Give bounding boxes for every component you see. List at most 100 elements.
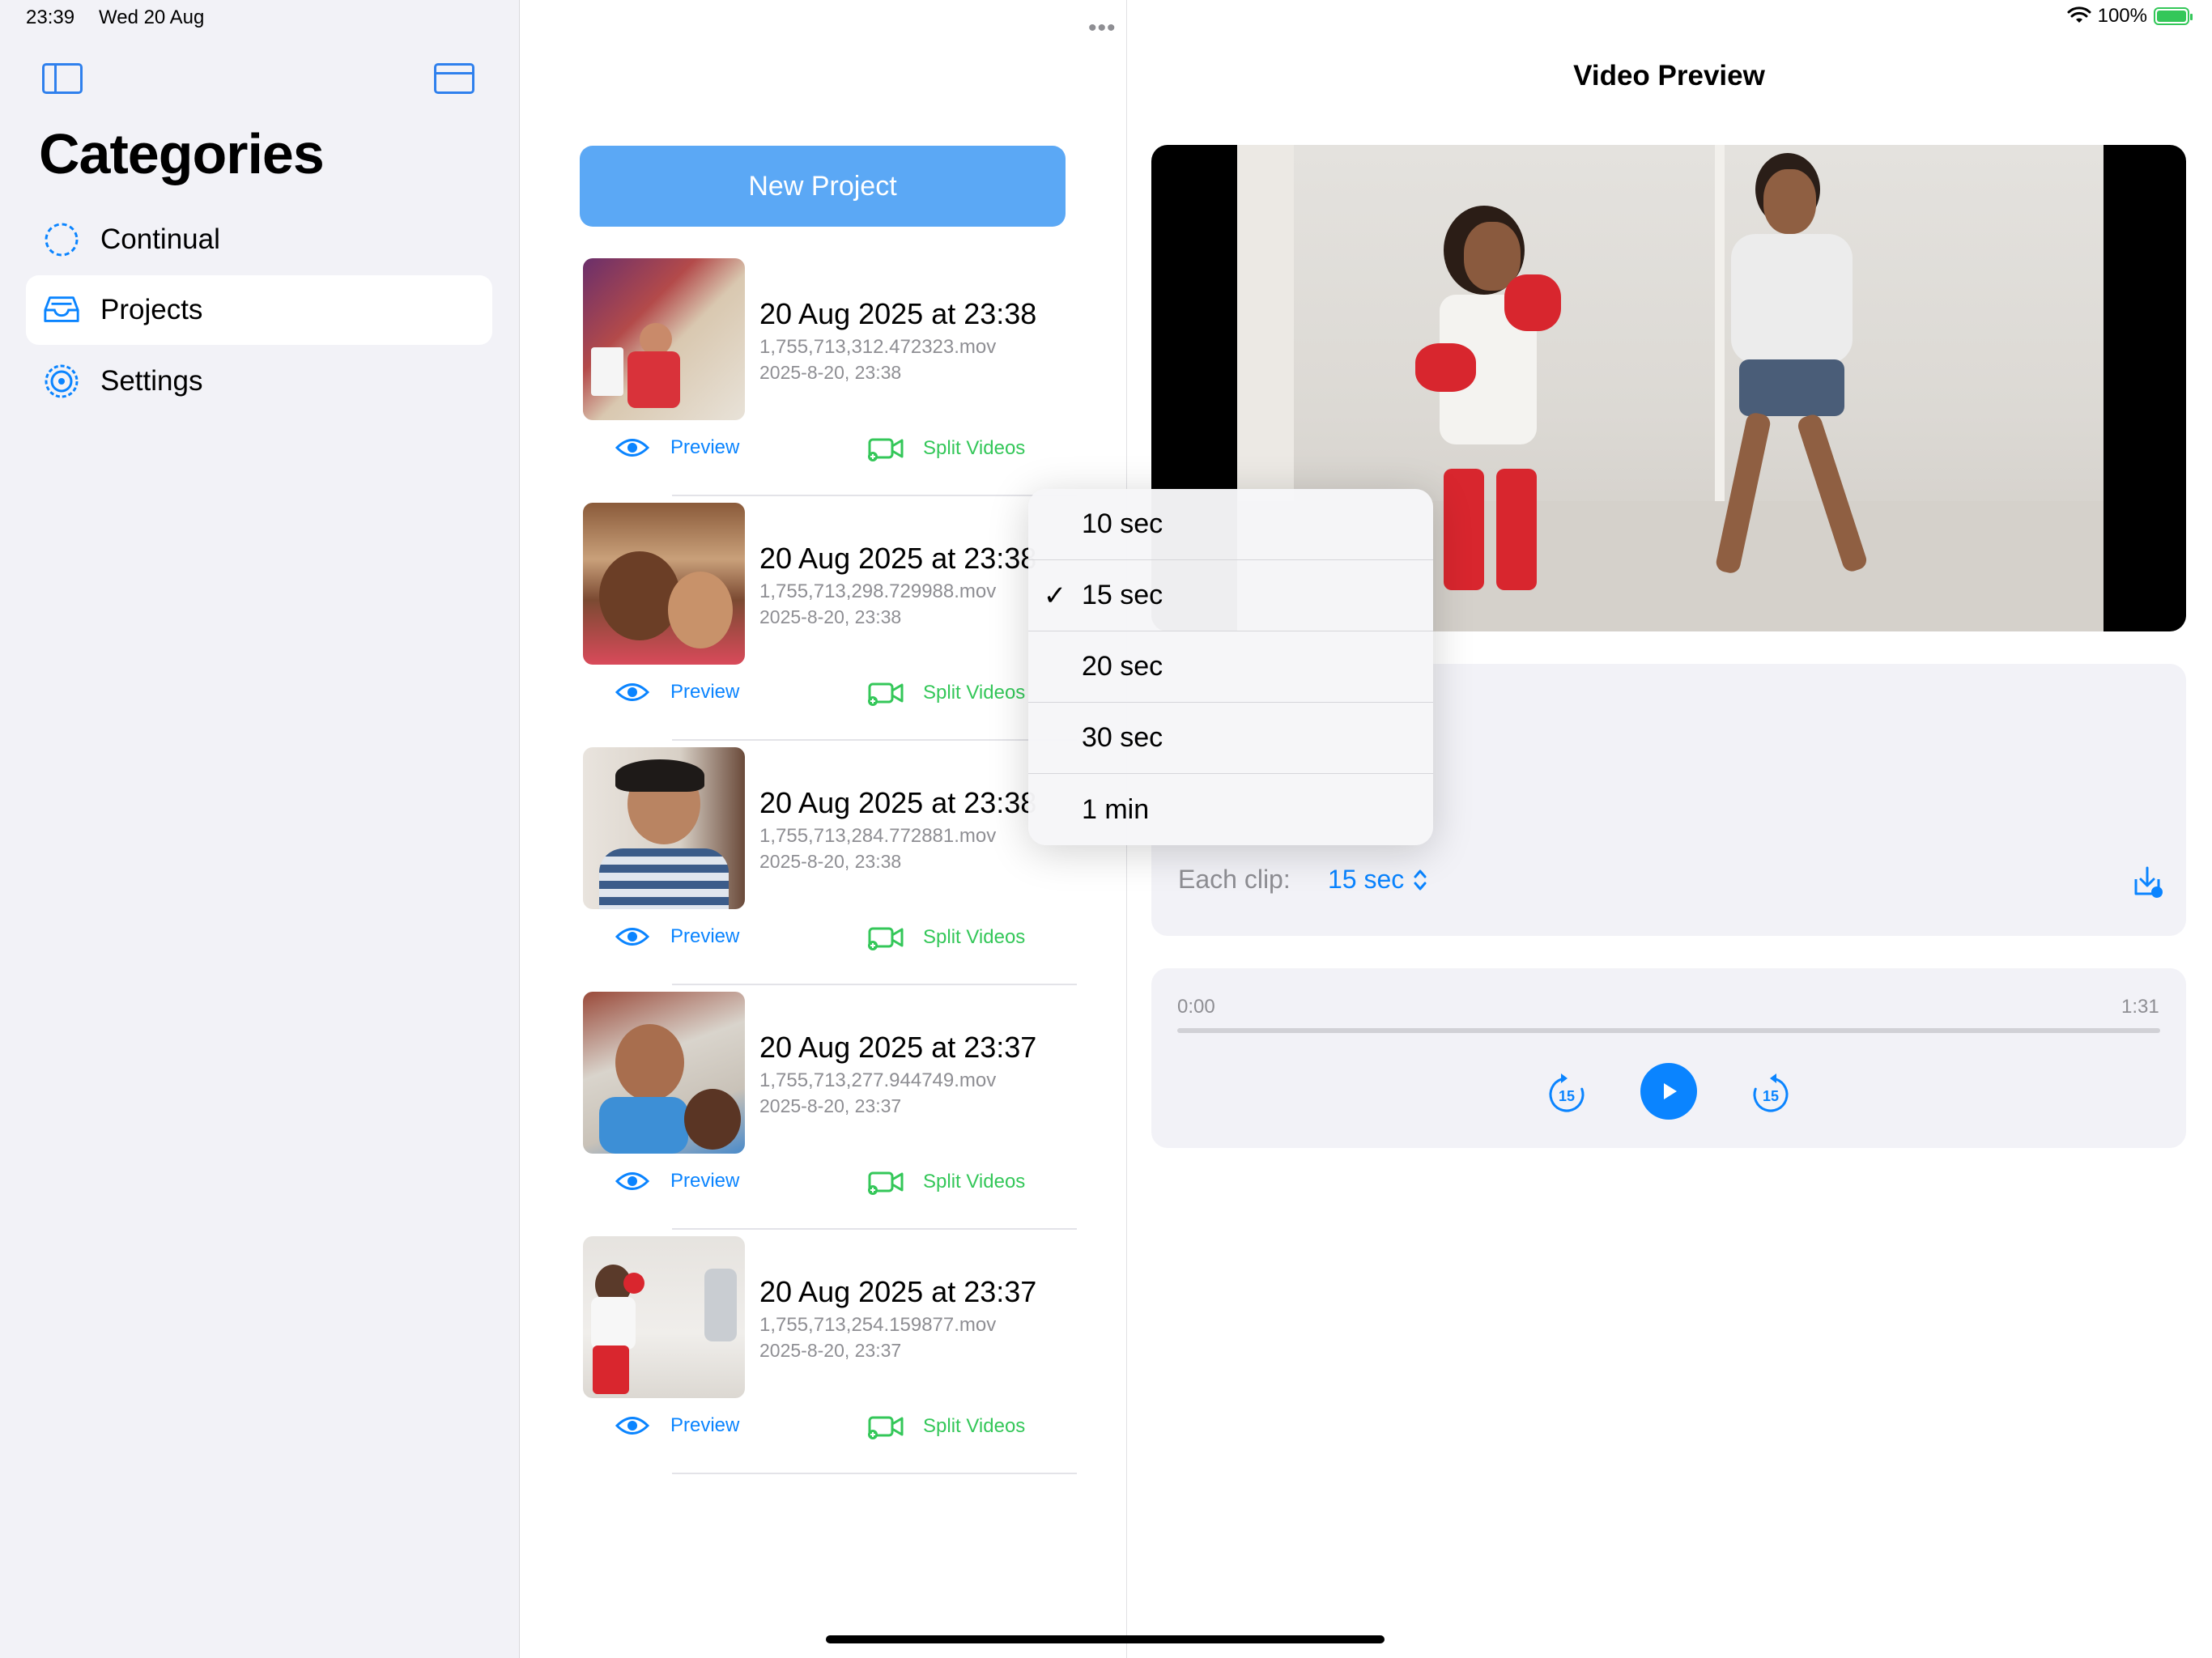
row-divider [672,495,1077,496]
row-divider [672,1473,1077,1474]
dashed-circle-icon [42,220,81,259]
split-videos-button[interactable]: Split Videos [866,435,1025,462]
project-row: 20 Aug 2025 at 23:38 1,755,713,312.47232… [583,258,1077,503]
clip-duration-value: 15 sec [1328,865,1405,894]
project-thumbnail[interactable] [583,747,745,909]
menu-item-20-sec[interactable]: 20 sec [1028,631,1433,703]
clip-duration-picker[interactable]: 15 sec [1328,865,1428,895]
split-videos-label: Split Videos [923,682,1026,704]
each-clip-label: Each clip: [1178,865,1291,894]
project-thumbnail[interactable] [583,1236,745,1398]
gear-icon [42,362,81,401]
chevron-up-down-icon [1414,869,1427,890]
project-title: 20 Aug 2025 at 23:37 [759,1031,1037,1064]
menu-item-label: 10 sec [1082,508,1163,539]
row-divider [672,739,1077,741]
play-icon [1664,1083,1677,1099]
split-videos-label: Split Videos [923,1415,1026,1437]
sidebar-item-settings[interactable]: Settings [26,346,492,416]
project-title: 20 Aug 2025 at 23:38 [759,297,1037,330]
video-add-icon [868,682,904,706]
sidebar-item-label: Continual [100,223,220,255]
skip-back-seconds: 15 [1559,1088,1575,1104]
preview-button[interactable]: Preview [615,436,739,459]
preview-button[interactable]: Preview [615,681,739,704]
status-date: Wed 20 Aug [99,6,205,28]
split-videos-label: Split Videos [923,1171,1026,1192]
tray-icon [42,291,81,329]
eye-icon [615,683,649,701]
skip-forward-15-icon: 15 [1753,1073,1789,1112]
menu-item-label: 20 sec [1082,651,1163,682]
menu-item-10-sec[interactable]: 10 sec [1028,489,1433,560]
project-date: 2025-8-20, 23:38 [759,606,902,627]
new-project-button[interactable]: New Project [580,146,1066,227]
toggle-sidebar-icon[interactable] [42,63,83,94]
project-row: 20 Aug 2025 at 23:37 1,755,713,277.94474… [583,992,1077,1236]
skip-back-15-icon: 15 [1549,1073,1585,1112]
preview-button[interactable]: Preview [615,925,739,948]
project-thumbnail[interactable] [583,258,745,420]
preview-button[interactable]: Preview [615,1414,739,1437]
project-row: 20 Aug 2025 at 23:37 1,755,713,254.15987… [583,1236,1077,1481]
status-time: 23:39 [26,6,75,28]
project-title: 20 Aug 2025 at 23:37 [759,1275,1037,1308]
menu-item-label: 1 min [1082,793,1150,825]
more-options-icon[interactable]: ••• [1088,15,1117,42]
duration: 1:31 [2121,996,2159,1018]
eye-icon [615,439,649,457]
preview-label: Preview [670,1170,740,1192]
sidebar-title: Categories [39,122,325,185]
project-filename: 1,755,713,277.944749.mov [759,1069,997,1091]
battery-icon [2154,7,2193,25]
split-videos-button[interactable]: Split Videos [866,1413,1025,1440]
skip-forward-seconds: 15 [1763,1088,1779,1104]
window-icon[interactable] [434,63,474,94]
split-videos-button[interactable]: Split Videos [866,924,1025,951]
sidebar-item-continual[interactable]: Continual [26,205,492,274]
split-videos-label: Split Videos [923,926,1026,948]
video-add-icon [868,927,904,950]
playback-progress-bar[interactable] [1177,1028,2160,1033]
menu-item-label: 15 sec [1082,580,1163,610]
split-videos-button[interactable]: Split Videos [866,1168,1025,1196]
project-thumbnail[interactable] [583,503,745,665]
project-filename: 1,755,713,284.772881.mov [759,825,997,847]
play-button[interactable] [1640,1063,1697,1120]
project-date: 2025-8-20, 23:37 [759,1095,902,1116]
preview-button[interactable]: Preview [615,1170,739,1192]
menu-item-15-sec[interactable]: ✓ 15 sec [1028,560,1433,631]
split-videos-button[interactable]: Split Videos [866,679,1025,707]
status-indicators: 100% [2067,5,2193,28]
video-add-icon [868,1416,904,1439]
current-time: 0:00 [1177,996,1215,1018]
project-thumbnail[interactable] [583,992,745,1154]
preview-label: Preview [670,436,740,458]
export-button[interactable] [2129,865,2165,904]
video-add-icon [868,1171,904,1195]
menu-item-1-min[interactable]: 1 min [1028,774,1433,845]
eye-icon [615,1417,649,1435]
page-title: Video Preview [1573,60,1765,91]
sidebar-item-projects[interactable]: Projects [26,275,492,345]
download-icon [2134,866,2163,898]
project-date: 2025-8-20, 23:37 [759,1340,902,1361]
battery-percent: 100% [2097,5,2147,27]
playback-controls-card [1151,968,2186,1148]
project-filename: 1,755,713,298.729988.mov [759,580,997,602]
row-divider [672,1228,1077,1230]
home-indicator[interactable] [826,1635,1385,1643]
eye-icon [615,928,649,946]
project-row: 20 Aug 2025 at 23:38 1,755,713,298.72998… [583,503,1077,747]
skip-forward-button[interactable]: 15 [1750,1070,1791,1118]
preview-label: Preview [670,681,740,703]
battery-level [2157,11,2186,22]
eye-icon [615,1172,649,1190]
menu-item-30-sec[interactable]: 30 sec [1028,703,1433,774]
skip-back-button[interactable]: 15 [1546,1070,1587,1118]
split-videos-label: Split Videos [923,437,1026,459]
wifi-icon [2067,6,2091,23]
checkmark-icon: ✓ [1043,580,1067,611]
sidebar-item-label: Projects [100,294,203,325]
row-divider [672,984,1077,985]
